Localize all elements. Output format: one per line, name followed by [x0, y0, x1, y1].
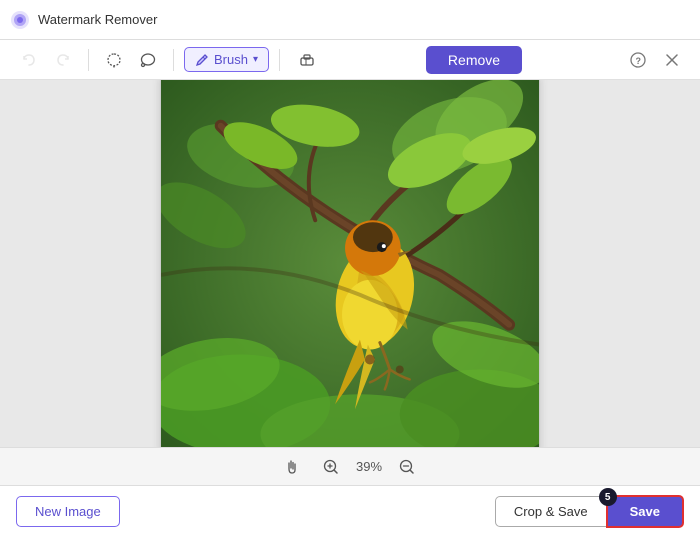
redo-button[interactable] [48, 46, 78, 74]
close-button[interactable] [658, 46, 686, 74]
hand-tool-button[interactable] [280, 454, 306, 480]
save-label: Save [630, 504, 660, 519]
undo-button[interactable] [14, 46, 44, 74]
canvas-area [0, 80, 700, 447]
lasso-button[interactable] [99, 46, 129, 74]
scene-svg [161, 80, 539, 447]
zoom-bar: 39% [0, 447, 700, 485]
help-button[interactable]: ? [624, 46, 652, 74]
title-bar: Watermark Remover [0, 0, 700, 40]
app-logo-icon [10, 10, 30, 30]
new-image-button[interactable]: New Image [16, 496, 120, 527]
title-left: Watermark Remover [10, 10, 157, 30]
toolbar-divider [88, 49, 89, 71]
crop-save-button[interactable]: Crop & Save [495, 496, 606, 527]
action-bar: New Image Crop & Save 5 Save [0, 485, 700, 537]
svg-text:?: ? [635, 56, 641, 66]
eraser-button[interactable] [290, 46, 324, 74]
brush-button[interactable]: Brush ▾ [184, 47, 269, 72]
brush-dropdown-icon: ▾ [253, 54, 258, 65]
zoom-level: 39% [356, 459, 382, 474]
action-right: Crop & Save 5 Save [495, 495, 684, 528]
polygon-button[interactable] [133, 46, 163, 74]
zoom-out-button[interactable] [394, 454, 420, 480]
toolbar-center: Remove [426, 46, 522, 74]
toolbar: Brush ▾ Remove ? [0, 40, 700, 80]
save-badge: 5 [599, 488, 617, 506]
toolbar-left: Brush ▾ [14, 46, 324, 74]
zoom-in-button[interactable] [318, 454, 344, 480]
save-button[interactable]: 5 Save [606, 495, 684, 528]
app-title: Watermark Remover [38, 12, 157, 27]
toolbar-divider2 [173, 49, 174, 71]
toolbar-divider3 [279, 49, 280, 71]
brush-label: Brush [214, 52, 248, 67]
toolbar-right: ? [624, 46, 686, 74]
remove-button[interactable]: Remove [426, 46, 522, 74]
image-container [160, 80, 540, 447]
